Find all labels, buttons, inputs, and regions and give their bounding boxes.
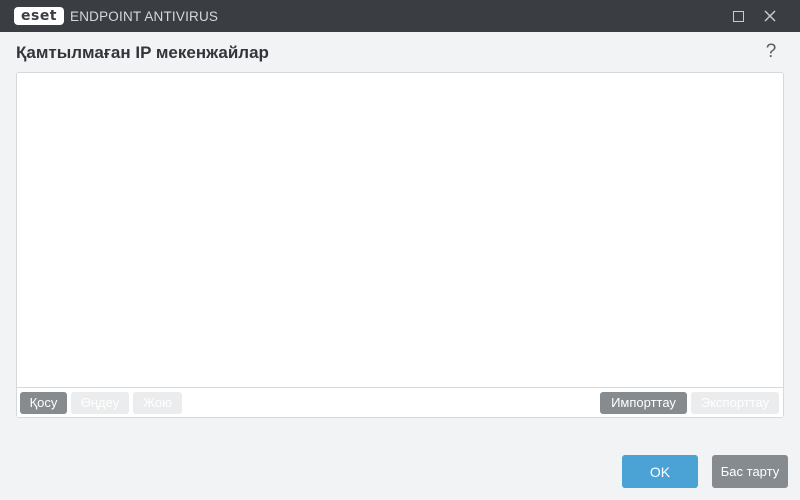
excluded-ip-list-panel: Қосу Өңдеу Жою Импорттау Экспорттау [16,72,784,418]
maximize-button[interactable] [722,0,754,32]
maximize-icon [732,10,744,22]
edit-button[interactable]: Өңдеу [71,392,129,414]
excluded-ip-list[interactable] [17,73,783,387]
help-button[interactable]: ? [762,40,780,64]
close-button[interactable] [754,0,786,32]
window-titlebar: eset ENDPOINT ANTIVIRUS [0,0,800,32]
close-icon [764,10,776,22]
ok-button[interactable]: OK [622,455,698,488]
product-name: ENDPOINT ANTIVIRUS [70,9,219,24]
cancel-button[interactable]: Бас тарту [712,455,788,488]
page-title: Қамтылмаған IP мекенжайлар [16,43,269,62]
import-button[interactable]: Импорттау [600,392,687,414]
list-toolbar: Қосу Өңдеу Жою Импорттау Экспорттау [17,387,783,417]
add-button[interactable]: Қосу [20,392,67,414]
export-button[interactable]: Экспорттау [691,392,779,414]
eset-logo: eset [14,7,64,25]
delete-button[interactable]: Жою [133,392,182,414]
